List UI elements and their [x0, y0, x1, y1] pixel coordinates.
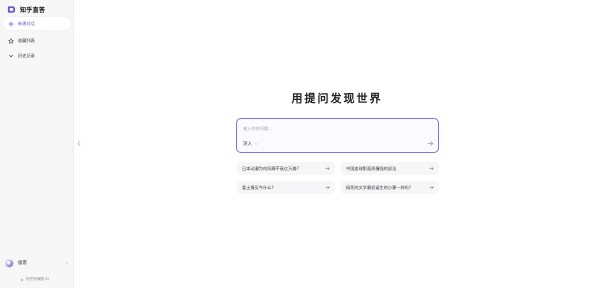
sidebar-item-label: 收藏列表 — [18, 37, 35, 43]
arrow-right-icon — [429, 166, 434, 171]
suggestion-card[interactable]: 日本动漫为何风靡不衰亿万美? — [237, 162, 335, 175]
brand-name: 知乎直答 — [20, 6, 46, 14]
suggestion-text: 日本动漫为何风靡不衰亿万美? — [242, 165, 299, 171]
collapse-sidebar-icon[interactable] — [77, 140, 81, 147]
chat-box: 深入 — [236, 118, 439, 153]
avatar — [5, 258, 14, 268]
question-input[interactable] — [243, 123, 433, 133]
sidebar: 知乎直答 新建对话 收藏列表 历史记录 极客 知乎知海图 AI — [0, 0, 74, 288]
mode-label: 深入 — [243, 142, 252, 147]
page-title: 用提问发现世界 — [291, 92, 383, 105]
arrow-right-icon — [325, 166, 330, 171]
sidebar-item-history[interactable]: 历史记录 — [3, 49, 71, 62]
suggestion-card[interactable]: 搞死的文学最初诞生的小骤一样吗? — [341, 181, 439, 194]
sidebar-item-label: 历史记录 — [18, 52, 35, 58]
suggestion-card[interactable]: 爱土情见今什么? — [237, 181, 335, 194]
mode-selector[interactable]: 深入 — [243, 141, 258, 147]
suggestion-text: 爱土情见今什么? — [242, 184, 274, 190]
plus-icon — [8, 21, 14, 26]
sidebar-item-new-chat[interactable]: 新建对话 — [3, 17, 71, 30]
suggestion-text: 搞死的文学最初诞生的小骤一样吗? — [346, 184, 412, 190]
suggestion-card[interactable]: 中国皮球影面再撞强的说法 — [341, 162, 439, 175]
arrow-right-icon — [325, 185, 330, 190]
footer: 知乎知海图 AI — [20, 277, 49, 282]
suggestion-text: 中国皮球影面再撞强的说法 — [346, 165, 397, 171]
sidebar-item-favorites[interactable]: 收藏列表 — [3, 34, 71, 47]
user-name: 极客 — [18, 261, 27, 266]
user-menu[interactable]: 极客 — [5, 258, 69, 268]
chevron-down-icon — [254, 143, 258, 145]
zhida-logo-icon — [7, 5, 16, 13]
sparkle-icon — [20, 277, 24, 282]
sidebar-item-label: 新建对话 — [18, 20, 35, 26]
arrow-right-icon — [429, 185, 434, 190]
chevron-right-icon — [66, 261, 68, 265]
star-icon — [8, 37, 14, 44]
chevron-down-icon — [9, 54, 13, 57]
send-arrow-icon[interactable] — [427, 140, 434, 147]
brand[interactable]: 知乎直答 — [7, 3, 45, 15]
footer-text: 知乎知海图 AI — [26, 277, 49, 281]
